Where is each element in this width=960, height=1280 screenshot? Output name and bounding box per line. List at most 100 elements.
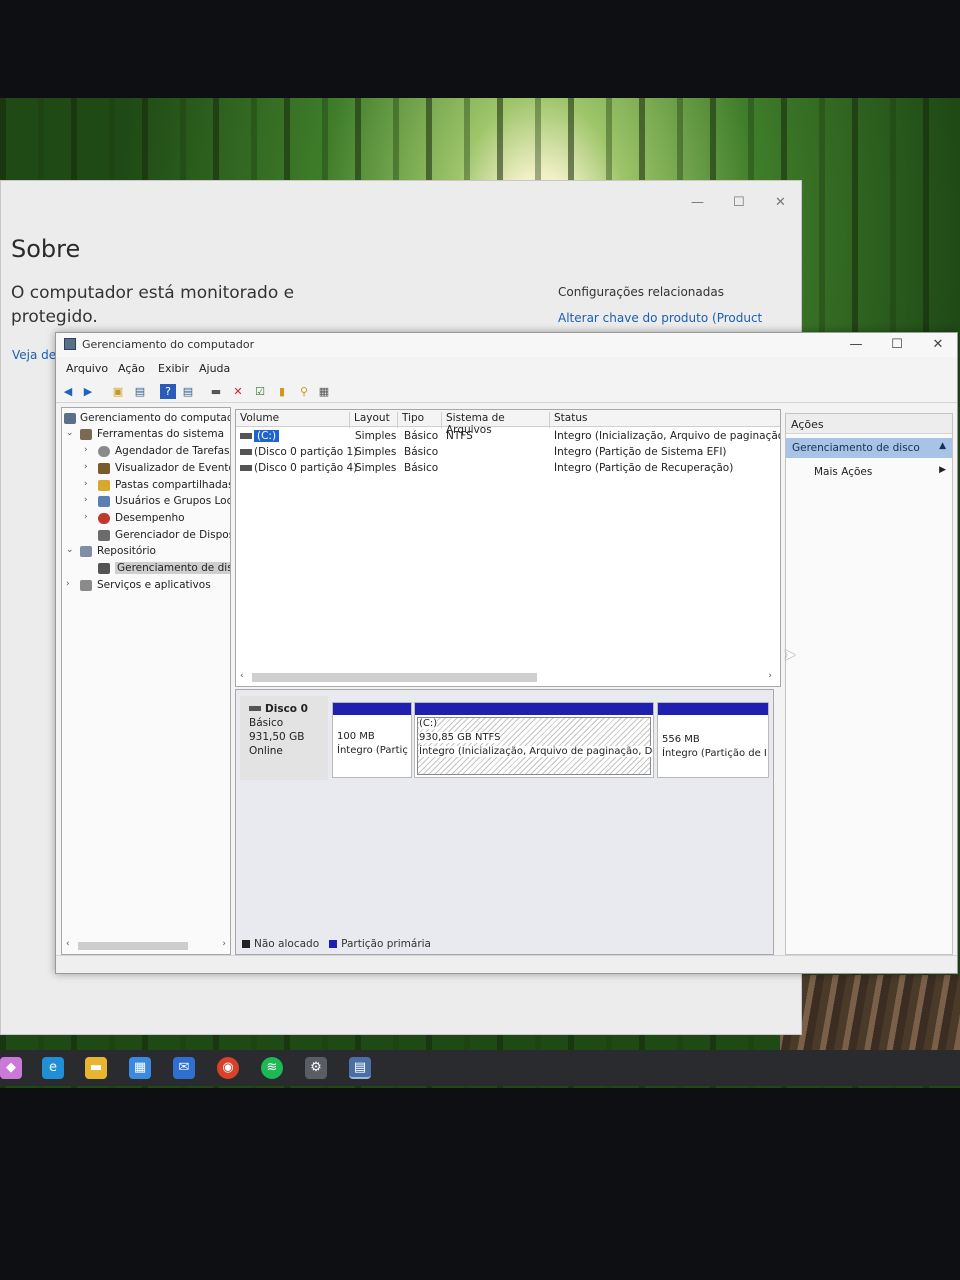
settings-maximize-button[interactable]: ☐ xyxy=(733,195,745,210)
up-folder-icon[interactable]: ▣ xyxy=(110,384,126,399)
maximize-button[interactable]: ☐ xyxy=(882,337,912,352)
properties-icon[interactable]: ☑ xyxy=(252,384,268,399)
volume-status: Íntegro (Partição de Sistema EFI) xyxy=(554,446,727,458)
legend-primary: Partição primária xyxy=(341,938,431,950)
tools-icon xyxy=(80,429,92,440)
delete-icon[interactable]: ✕ xyxy=(230,384,246,399)
settings-close-button[interactable]: ✕ xyxy=(775,195,786,210)
disk-icon xyxy=(240,449,252,455)
scroll-left-icon[interactable]: ‹ xyxy=(66,939,70,949)
toolbar: ◀ ▶ ▣ ▤ ? ▤ ▬ ✕ ☑ ▮ ⚲ ▦ xyxy=(56,381,957,403)
volume-list: Volume Layout Tipo Sistema de Arquivos S… xyxy=(235,409,781,687)
chrome-icon[interactable]: ◉ xyxy=(217,1057,239,1079)
open-icon[interactable]: ▮ xyxy=(274,384,290,399)
menu-arquivo[interactable]: Arquivo xyxy=(66,362,108,375)
scroll-thumb[interactable] xyxy=(78,942,188,950)
volume-layout: Simples xyxy=(355,430,397,442)
tree-item-label: Serviços e aplicativos xyxy=(97,579,211,591)
chevron-right-icon[interactable]: › xyxy=(84,512,94,522)
back-arrow-icon[interactable]: ◀ xyxy=(60,384,76,399)
computer-management-icon xyxy=(64,338,76,350)
minimize-button[interactable]: — xyxy=(841,337,871,352)
chevron-right-icon[interactable]: › xyxy=(84,495,94,505)
connect-icon[interactable]: ▬ xyxy=(208,384,224,399)
volume-status: Íntegro (Inicialização, Arquivo de pagin… xyxy=(554,430,780,442)
store-icon[interactable]: ▦ xyxy=(129,1057,151,1079)
menu-ajuda[interactable]: Ajuda xyxy=(199,362,230,375)
table-row[interactable]: (C:) Simples Básico NTFS Íntegro (Inicia… xyxy=(236,429,780,444)
tree-horizontal-scrollbar[interactable]: ‹ › xyxy=(66,939,226,952)
actions-section-label: Gerenciamento de disco xyxy=(792,442,920,454)
more-actions-item[interactable]: Mais Ações xyxy=(814,466,872,478)
chevron-down-icon[interactable]: ⌄ xyxy=(66,428,76,438)
chevron-down-icon[interactable]: ⌄ xyxy=(66,545,76,555)
partition-band xyxy=(333,703,411,715)
clock-icon xyxy=(98,446,110,457)
storage-icon xyxy=(80,546,92,557)
windows-icon[interactable]: ◆ xyxy=(0,1057,22,1079)
shared-folder-icon xyxy=(98,480,110,491)
partition-status: Íntegro (Partição de I xyxy=(662,748,767,759)
settings-minimize-button[interactable]: — xyxy=(691,195,704,210)
partition-letter: (C:) xyxy=(419,718,438,729)
table-row[interactable]: (Disco 0 partição 1) Simples Básico Ínte… xyxy=(236,445,780,460)
partition-recovery[interactable]: 556 MB Íntegro (Partição de I xyxy=(657,702,769,778)
volume-type: Básico xyxy=(404,446,439,458)
volume-status: Íntegro (Partição de Recuperação) xyxy=(554,462,734,474)
chevron-right-icon[interactable]: › xyxy=(66,579,76,589)
spotify-icon[interactable]: ≋ xyxy=(261,1057,283,1079)
tree-item-label: Usuários e Grupos Loca xyxy=(115,495,231,507)
settings-veja-link[interactable]: Veja de xyxy=(12,348,56,362)
services-icon xyxy=(80,580,92,591)
chevron-right-icon[interactable]: › xyxy=(84,462,94,472)
column-header-status[interactable]: Status xyxy=(550,412,780,428)
column-header-tipo[interactable]: Tipo xyxy=(398,412,442,428)
column-header-volume[interactable]: Volume xyxy=(236,412,350,428)
window-title: Gerenciamento do computador xyxy=(82,338,255,351)
disk-icon xyxy=(240,465,252,471)
mail-icon[interactable]: ✉ xyxy=(173,1057,195,1079)
tree-item-label: Gerenciador de Disposit xyxy=(115,529,231,541)
show-hide-tree-icon[interactable]: ▤ xyxy=(132,384,148,399)
partition-c[interactable]: (C:) 930,85 GB NTFS Íntegro (Inicializaç… xyxy=(414,702,654,778)
computer-management-icon[interactable]: ▤ xyxy=(349,1057,371,1079)
users-icon xyxy=(98,496,110,507)
forward-arrow-icon[interactable]: ▶ xyxy=(80,384,96,399)
settings-icon[interactable]: ⚙ xyxy=(305,1057,327,1079)
scroll-left-icon[interactable]: ‹ xyxy=(240,671,244,681)
change-product-key-link[interactable]: Alterar chave do produto (Product xyxy=(558,311,762,325)
actions-section-disk-management[interactable]: Gerenciamento de disco ▲ xyxy=(786,438,952,458)
disk-0-label[interactable]: Disco 0 Básico 931,50 GB Online xyxy=(240,696,328,780)
partition-size: 100 MB xyxy=(337,731,375,742)
scroll-right-icon[interactable]: › xyxy=(222,939,226,949)
menu-exibir[interactable]: Exibir xyxy=(158,362,189,375)
taskbar: ◆ e ▬ ▦ ✉ ◉ ≋ ⚙ ▤ xyxy=(0,1050,960,1086)
search-icon[interactable]: ⚲ xyxy=(296,384,312,399)
disk-icon xyxy=(240,433,252,439)
actions-pane: Ações Gerenciamento de disco ▲ Mais Açõe… xyxy=(785,413,953,955)
chevron-right-icon[interactable]: › xyxy=(84,445,94,455)
show-action-pane-icon[interactable]: ▤ xyxy=(180,384,196,399)
scroll-thumb[interactable] xyxy=(252,673,537,682)
volume-type: Básico xyxy=(404,430,439,442)
help-icon[interactable]: ? xyxy=(160,384,176,399)
scroll-right-icon[interactable]: › xyxy=(768,671,772,681)
table-row[interactable]: (Disco 0 partição 4) Simples Básico Ínte… xyxy=(236,461,780,476)
device-manager-icon xyxy=(98,530,110,541)
column-header-filesystem[interactable]: Sistema de Arquivos xyxy=(442,412,550,436)
view-icon[interactable]: ▦ xyxy=(316,384,332,399)
menu-acao[interactable]: Ação xyxy=(118,362,145,375)
close-button[interactable]: ✕ xyxy=(923,337,953,352)
partition-efi[interactable]: 100 MB Íntegro (Partiç xyxy=(332,702,412,778)
chevron-right-icon[interactable]: › xyxy=(84,479,94,489)
column-header-layout[interactable]: Layout xyxy=(350,412,398,428)
chevron-up-icon[interactable]: ▲ xyxy=(939,441,946,451)
explorer-icon[interactable]: ▬ xyxy=(85,1057,107,1079)
volume-list-header: Volume Layout Tipo Sistema de Arquivos S… xyxy=(236,410,780,436)
performance-icon xyxy=(98,513,110,524)
edge-icon[interactable]: e xyxy=(42,1057,64,1079)
volume-filesystem: NTFS xyxy=(446,430,473,442)
chevron-right-icon[interactable]: ▶ xyxy=(939,465,946,475)
volume-list-horizontal-scrollbar[interactable]: ‹ › xyxy=(238,671,778,684)
title-bar[interactable]: Gerenciamento do computador — ☐ ✕ xyxy=(56,333,957,357)
